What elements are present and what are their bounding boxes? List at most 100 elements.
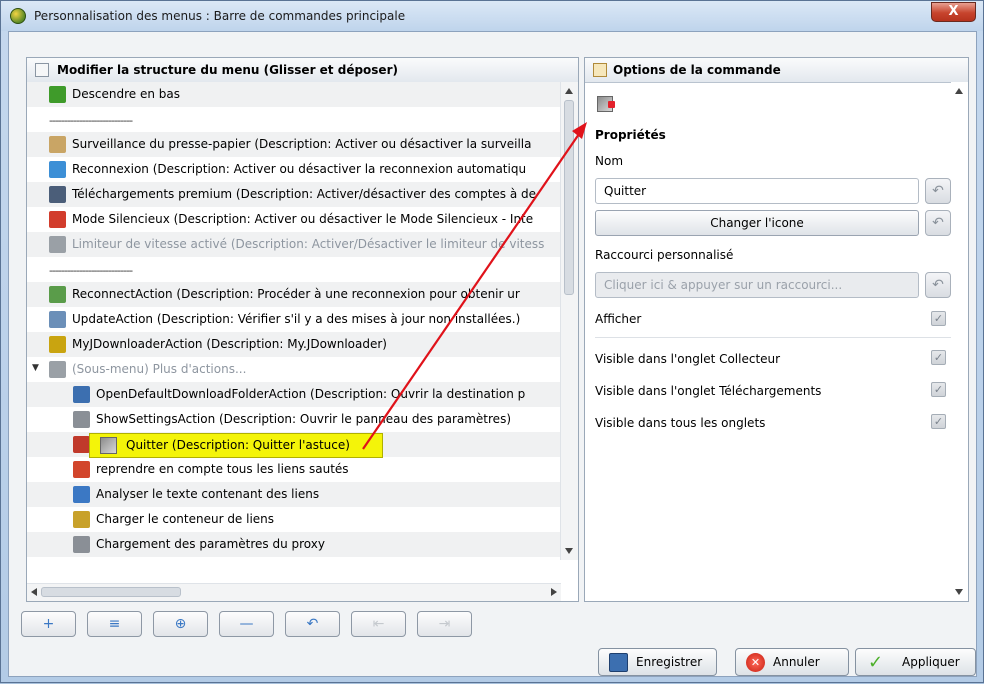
- tree-item-label: reprendre en compte tous les liens sauté…: [96, 462, 349, 476]
- save-button-label: Enregistrer: [636, 655, 703, 669]
- visible-collector-checkbox[interactable]: ✓: [931, 350, 946, 365]
- reset-name-button[interactable]: ↶: [925, 178, 951, 204]
- visible-downloads-checkbox[interactable]: ✓: [931, 382, 946, 397]
- name-label: Nom: [595, 154, 624, 168]
- add-submenu-icon: ⊕: [174, 616, 187, 632]
- close-button[interactable]: X: [931, 2, 976, 22]
- add-separator-button[interactable]: ≡: [87, 611, 142, 637]
- tree-item[interactable]: Téléchargements premium (Description: Ac…: [27, 182, 561, 207]
- tree-item[interactable]: ▼ (Sous-menu) Plus d'actions...: [27, 357, 561, 382]
- tree-item[interactable]: Redémarrer (Description: Redémarrer JDow…: [27, 557, 561, 560]
- import-icon: ⇤: [372, 616, 385, 632]
- tree-item[interactable]: Descendre en bas: [27, 82, 561, 107]
- tree-item[interactable]: MyJDownloaderAction (Description: My.JDo…: [27, 332, 561, 357]
- tree-item[interactable]: ----------------------------: [27, 107, 561, 132]
- import-button[interactable]: ⇤: [351, 611, 406, 637]
- export-icon: ⇥: [438, 616, 451, 632]
- separator-line: ----------------------------: [49, 114, 133, 127]
- tree-item[interactable]: Charger le conteneur de liens: [27, 507, 561, 532]
- tree-item[interactable]: Mode Silencieux (Description: Activer ou…: [27, 207, 561, 232]
- add-links-icon: [73, 486, 90, 503]
- tree-item[interactable]: OpenDefaultDownloadFolderAction (Descrip…: [27, 382, 561, 407]
- scroll-up-icon[interactable]: [565, 88, 573, 94]
- reset-button[interactable]: ↶: [285, 611, 340, 637]
- cancel-button-label: Annuler: [773, 655, 820, 669]
- add-submenu-button[interactable]: ⊕: [153, 611, 208, 637]
- tree-item-label: UpdateAction (Description: Vérifier s'il…: [72, 312, 521, 326]
- apply-button[interactable]: ✓ Appliquer: [855, 648, 976, 676]
- options-scroll-up-icon[interactable]: [955, 88, 963, 94]
- remove-button[interactable]: —: [219, 611, 274, 637]
- title-bar: Personnalisation des menus : Barre de co…: [1, 1, 983, 31]
- selected-item-highlight: Quitter (Description: Quitter l'astuce): [89, 433, 383, 458]
- tree-item-label: Mode Silencieux (Description: Activer ou…: [72, 212, 534, 226]
- horizontal-scrollbar[interactable]: [27, 583, 561, 601]
- tree-item-label: Téléchargements premium (Description: Ac…: [72, 187, 537, 201]
- menu-structure-header: Modifier la structure du menu (Glisser e…: [27, 58, 578, 83]
- move-bottom-icon: [49, 86, 66, 103]
- horizontal-scroll-thumb[interactable]: [41, 587, 181, 597]
- tree-item-label: MyJDownloaderAction (Description: My.JDo…: [72, 337, 387, 351]
- menu-tree[interactable]: Descendre en bas ------------------------…: [27, 82, 561, 560]
- change-icon-button[interactable]: Changer l'icone: [595, 210, 919, 236]
- floppy-disk-icon: [609, 653, 628, 672]
- tree-item[interactable]: UpdateAction (Description: Vérifier s'il…: [27, 307, 561, 332]
- vertical-scrollbar[interactable]: [560, 82, 578, 560]
- options-scrollbar[interactable]: [951, 82, 968, 601]
- cancel-x-icon: ✕: [746, 653, 765, 672]
- properties-section-title: Propriétés: [595, 128, 666, 142]
- tree-item[interactable]: ReconnectAction (Description: Procéder à…: [27, 282, 561, 307]
- menu-structure-title: Modifier la structure du menu (Glisser e…: [57, 63, 398, 77]
- tree-item-label: ShowSettingsAction (Description: Ouvrir …: [96, 412, 512, 426]
- tree-item[interactable]: Reconnexion (Description: Activer ou dés…: [27, 157, 561, 182]
- scroll-left-icon[interactable]: [31, 588, 37, 596]
- command-options-header: Options de la commande: [585, 58, 968, 83]
- shortcut-field[interactable]: Cliquer ici & appuyer sur un raccourci..…: [595, 272, 919, 298]
- tree-item[interactable]: reprendre en compte tous les liens sauté…: [27, 457, 561, 482]
- reset-shortcut-button[interactable]: ↶: [925, 272, 951, 298]
- premium-icon: [49, 186, 66, 203]
- tree-item[interactable]: Chargement des paramètres du proxy: [27, 532, 561, 557]
- tree-item[interactable]: Analyser le texte contenant des liens: [27, 482, 561, 507]
- tree-item-label: OpenDefaultDownloadFolderAction (Descrip…: [96, 387, 526, 401]
- scroll-right-icon[interactable]: [551, 588, 557, 596]
- remove-icon: —: [239, 616, 254, 632]
- name-field[interactable]: Quitter: [595, 178, 919, 204]
- tree-item[interactable]: Surveillance du presse-papier (Descripti…: [27, 132, 561, 157]
- vertical-scroll-thumb[interactable]: [564, 100, 574, 295]
- update-icon: [49, 311, 66, 328]
- tree-item-label: Surveillance du presse-papier (Descripti…: [72, 137, 532, 151]
- visible-all-checkbox[interactable]: ✓: [931, 414, 946, 429]
- save-button[interactable]: Enregistrer: [598, 648, 717, 676]
- exit-arrow-icon: [608, 101, 615, 108]
- export-button[interactable]: ⇥: [417, 611, 472, 637]
- command-options-title: Options de la commande: [613, 63, 781, 77]
- dialog-content: Modifier la structure du menu (Glisser e…: [8, 31, 977, 677]
- save-folder-icon: [73, 386, 90, 403]
- tree-item-label: (Sous-menu) Plus d'actions...: [72, 362, 247, 376]
- submenu-icon: [49, 361, 66, 378]
- tree-item[interactable]: ----------------------------: [27, 257, 561, 282]
- add-separator-icon: ≡: [108, 616, 121, 632]
- menu-structure-panel: Modifier la structure du menu (Glisser e…: [26, 57, 579, 602]
- resume-links-icon: [73, 461, 90, 478]
- menu-structure-icon: [35, 63, 49, 77]
- cancel-button[interactable]: ✕ Annuler: [735, 648, 849, 676]
- exit-icon: [100, 437, 117, 454]
- add-button[interactable]: +: [21, 611, 76, 637]
- tree-item[interactable]: Limiteur de vitesse activé (Description:…: [27, 232, 561, 257]
- settings-tools-icon: [73, 411, 90, 428]
- reconnect-action-icon: [49, 286, 66, 303]
- checkmark-icon: ✓: [867, 652, 884, 673]
- options-scroll-down-icon[interactable]: [955, 589, 963, 595]
- tree-item[interactable]: ShowSettingsAction (Description: Ouvrir …: [27, 407, 561, 432]
- command-icon-preview[interactable]: [597, 96, 615, 112]
- show-checkbox[interactable]: ✓: [931, 311, 946, 326]
- tree-item-label: Limiteur de vitesse activé (Description:…: [72, 237, 545, 251]
- scroll-down-icon[interactable]: [565, 548, 573, 554]
- tree-item-label: ReconnectAction (Description: Procéder à…: [72, 287, 520, 301]
- reset-icon-button[interactable]: ↶: [925, 210, 951, 236]
- proxy-icon: [73, 536, 90, 553]
- tree-item-label: Analyser le texte contenant des liens: [96, 487, 320, 501]
- expand-arrow-icon[interactable]: ▼: [32, 363, 39, 373]
